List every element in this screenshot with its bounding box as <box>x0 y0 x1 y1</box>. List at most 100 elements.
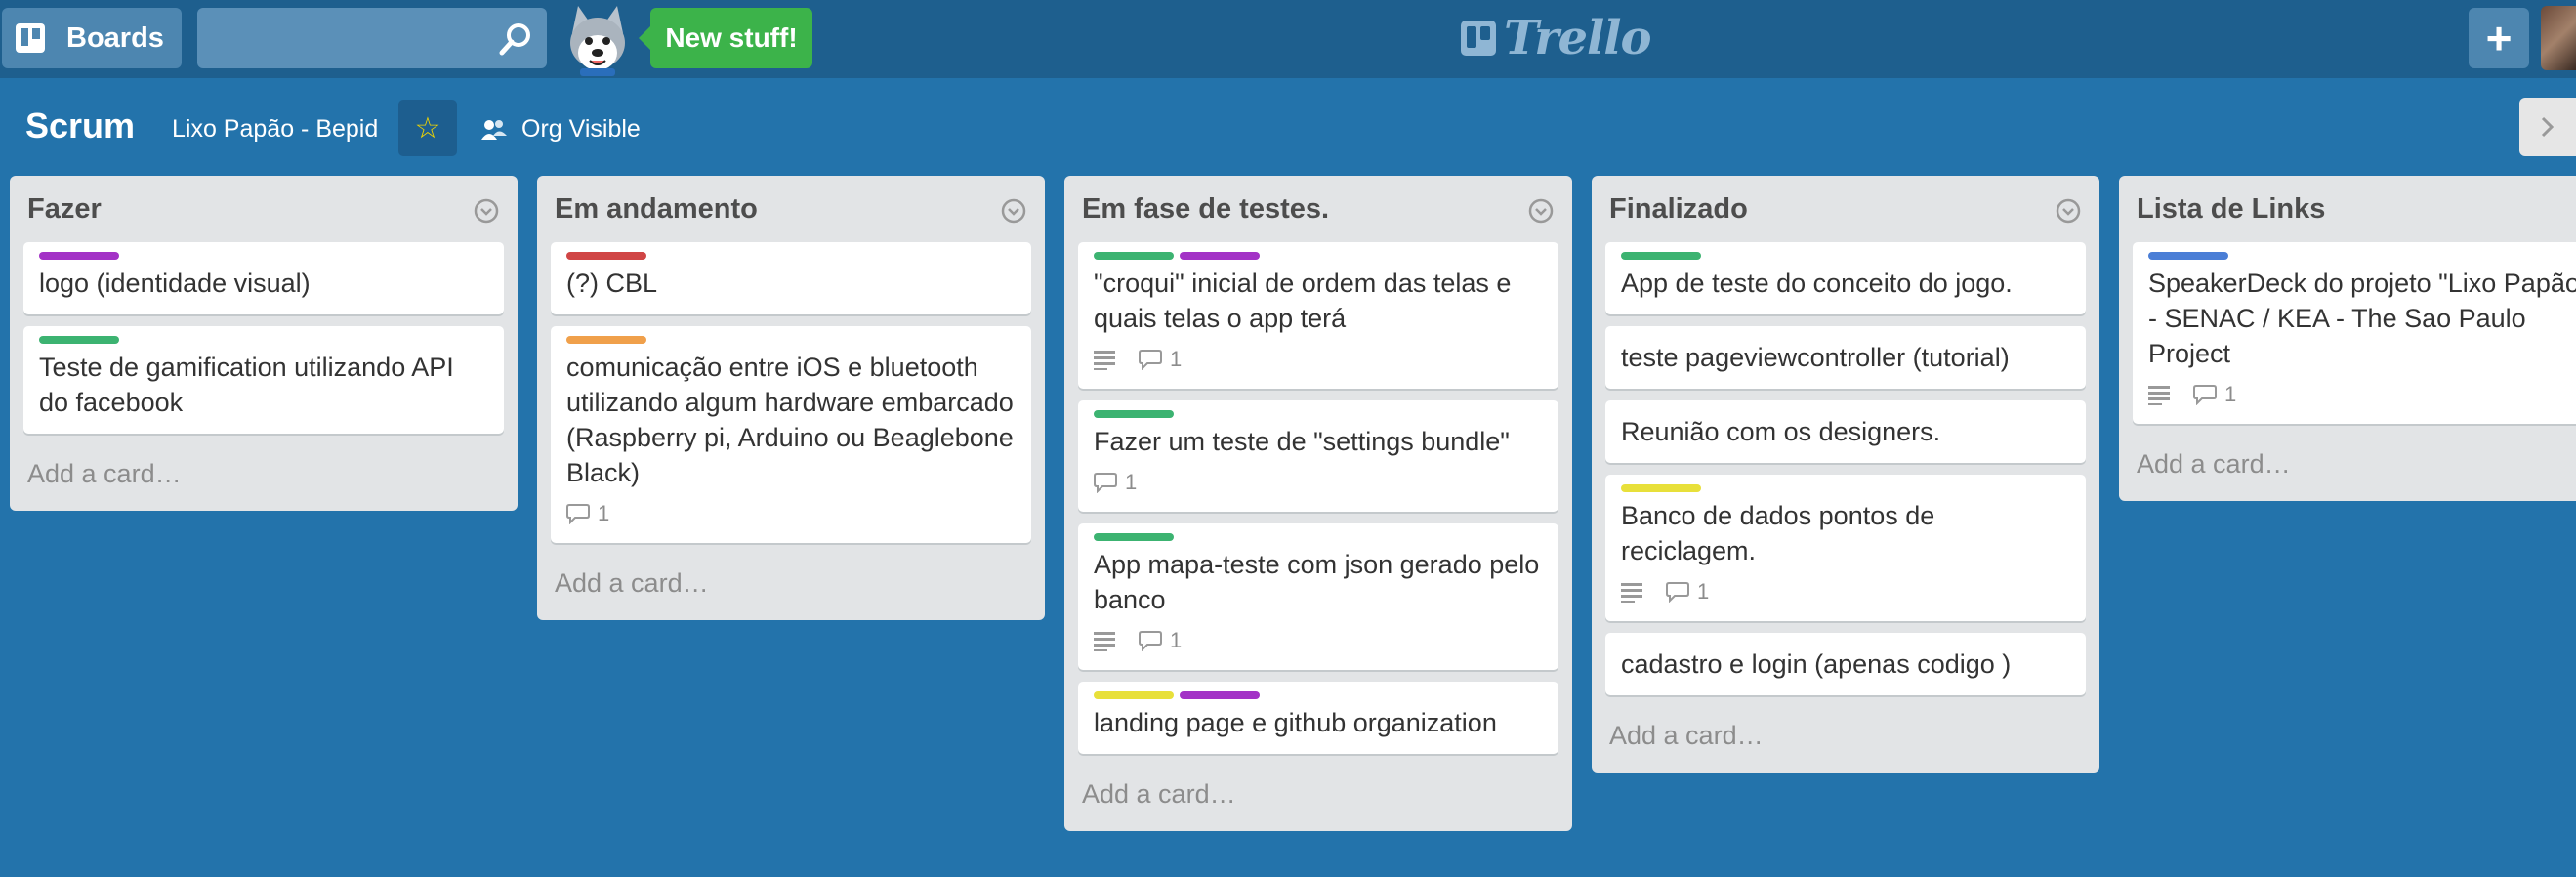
card-label[interactable] <box>1621 484 1701 492</box>
card-labels <box>566 336 1016 344</box>
card-label[interactable] <box>566 336 646 344</box>
sidebar-toggle-button[interactable] <box>2519 98 2576 156</box>
comment-icon <box>1139 631 1162 651</box>
card-labels <box>1621 252 2070 260</box>
card[interactable]: (?) CBL <box>551 242 1031 314</box>
card-label[interactable] <box>1094 252 1174 260</box>
card-title: Fazer um teste de "settings bundle" <box>1094 427 1510 456</box>
add-button[interactable]: + <box>2469 8 2529 68</box>
board-org-name[interactable]: Lixo Papão - Bepid <box>172 115 378 144</box>
card-label[interactable] <box>1094 410 1174 418</box>
card-label[interactable] <box>2148 252 2228 260</box>
star-icon: ☆ <box>414 111 441 145</box>
card-labels <box>1621 484 2070 492</box>
trello-logo-icon <box>1461 21 1496 56</box>
card-labels <box>1094 410 1543 418</box>
list-menu-chevron-icon[interactable] <box>1000 197 1027 225</box>
list-3: Finalizado App de teste do conceito do jo… <box>1592 176 2099 773</box>
comment-badge: 1 <box>1094 470 1137 495</box>
card-title: Reunião com os designers. <box>1621 417 1941 446</box>
search-input[interactable] <box>197 8 512 68</box>
card-badges: 1 <box>2148 379 2576 410</box>
board-title[interactable]: Scrum <box>25 105 135 146</box>
card-title: comunicação entre iOS e bluetooth utiliz… <box>566 353 1014 487</box>
card-title: cadastro e login (apenas codigo ) <box>1621 649 2012 679</box>
card[interactable]: Teste de gamification utilizando API do … <box>23 326 504 434</box>
add-card-link[interactable]: Add a card… <box>2133 436 2576 501</box>
card[interactable]: "croqui" inicial de ordem das telas e qu… <box>1078 242 1558 389</box>
card[interactable]: cadastro e login (apenas codigo ) <box>1605 633 2086 695</box>
star-button[interactable]: ☆ <box>398 100 457 156</box>
card[interactable]: landing page e github organization <box>1078 682 1558 754</box>
boards-button[interactable]: Boards <box>2 8 182 68</box>
card-label[interactable] <box>1180 691 1260 699</box>
comment-count: 1 <box>1170 628 1183 652</box>
list-2: Em fase de testes. "croqui" inicial de or… <box>1064 176 1572 831</box>
add-card-link[interactable]: Add a card… <box>551 555 1031 620</box>
card[interactable]: comunicação entre iOS e bluetooth utiliz… <box>551 326 1031 543</box>
card[interactable]: Banco de dados pontos de reciclagem. 1 <box>1605 475 2086 621</box>
new-stuff-button[interactable]: New stuff! <box>639 8 812 68</box>
search-icon[interactable] <box>498 21 533 57</box>
list-header: Fazer <box>23 176 504 242</box>
add-card-link[interactable]: Add a card… <box>1078 766 1558 831</box>
card-label[interactable] <box>1094 691 1174 699</box>
card[interactable]: logo (identidade visual) <box>23 242 504 314</box>
card[interactable]: teste pageviewcontroller (tutorial) <box>1605 326 2086 389</box>
card-title: "croqui" inicial de ordem das telas e qu… <box>1094 269 1512 333</box>
card-badges: 1 <box>1094 625 1543 656</box>
card-title: Banco de dados pontos de reciclagem. <box>1621 501 1935 565</box>
comment-count: 1 <box>598 501 610 525</box>
card-labels <box>39 252 488 260</box>
list-header: Em andamento <box>551 176 1031 242</box>
list-title[interactable]: Em fase de testes. <box>1082 193 1329 226</box>
card[interactable]: SpeakerDeck do projeto "Lixo Papão" - SE… <box>2133 242 2576 424</box>
list-header: Finalizado <box>1605 176 2086 242</box>
card-label[interactable] <box>1621 252 1701 260</box>
add-card-link[interactable]: Add a card… <box>23 445 504 511</box>
top-header: Boards New stuff! Trello + <box>0 0 2576 78</box>
comment-badge: 1 <box>1666 579 1709 605</box>
visibility-button[interactable]: Org Visible <box>480 115 641 144</box>
card-label[interactable] <box>1180 252 1260 260</box>
comment-icon <box>1139 350 1162 370</box>
list-menu-chevron-icon[interactable] <box>473 197 500 225</box>
description-icon <box>1621 581 1652 603</box>
comment-count: 1 <box>1125 470 1138 494</box>
list-menu-chevron-icon[interactable] <box>1527 197 1555 225</box>
card-labels <box>1094 691 1543 699</box>
trello-logo[interactable]: Trello <box>1461 11 1652 65</box>
card-labels <box>1094 533 1543 541</box>
list-title[interactable]: Lista de Links <box>2137 193 2325 226</box>
card[interactable]: Fazer um teste de "settings bundle" 1 <box>1078 400 1558 512</box>
card[interactable]: App mapa-teste com json gerado pelo banc… <box>1078 523 1558 670</box>
list-title[interactable]: Finalizado <box>1609 193 1748 226</box>
comment-badge: 1 <box>566 501 609 526</box>
card-title: App mapa-teste com json gerado pelo banc… <box>1094 550 1540 614</box>
card-label[interactable] <box>1094 533 1174 541</box>
card[interactable]: App de teste do conceito do jogo. <box>1605 242 2086 314</box>
visibility-label: Org Visible <box>521 115 641 143</box>
card[interactable]: Reunião com os designers. <box>1605 400 2086 463</box>
list-title[interactable]: Fazer <box>27 193 102 226</box>
husky-mascot-icon[interactable] <box>562 4 633 76</box>
card-label[interactable] <box>39 252 119 260</box>
card-title: (?) CBL <box>566 269 658 298</box>
card-labels <box>39 336 488 344</box>
comment-badge: 1 <box>1139 347 1182 372</box>
board-icon <box>16 23 45 53</box>
search-box[interactable] <box>197 8 547 68</box>
org-members-icon <box>481 119 507 140</box>
chevron-right-icon <box>2541 116 2555 138</box>
add-card-link[interactable]: Add a card… <box>1605 707 2086 773</box>
comment-badge: 1 <box>2193 382 2236 407</box>
comment-count: 1 <box>2224 382 2237 406</box>
list-menu-chevron-icon[interactable] <box>2055 197 2082 225</box>
new-stuff-label: New stuff! <box>665 22 798 53</box>
list-title[interactable]: Em andamento <box>555 193 758 226</box>
card-label[interactable] <box>566 252 646 260</box>
card-title: App de teste do conceito do jogo. <box>1621 269 2013 298</box>
comment-icon <box>566 504 590 524</box>
avatar[interactable] <box>2541 6 2576 70</box>
card-label[interactable] <box>39 336 119 344</box>
